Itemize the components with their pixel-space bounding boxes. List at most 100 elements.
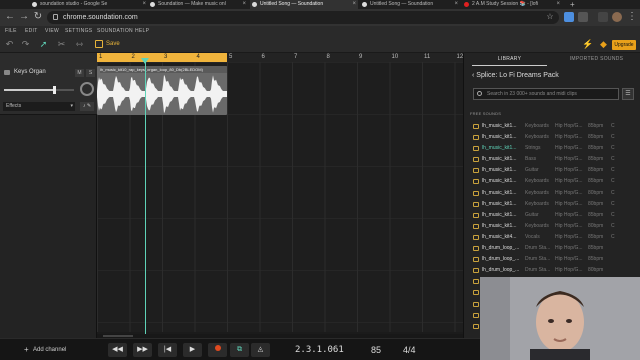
menu-file[interactable]: FILE xyxy=(5,26,17,36)
sound-row[interactable]: lh_music_kit1... Keyboards Hip Hop/G... 85b… xyxy=(464,132,640,143)
sound-bpm: 85bpm xyxy=(588,256,604,263)
bpm-display[interactable]: 85 xyxy=(371,343,381,357)
loop-folder-icon xyxy=(473,268,479,274)
sound-row[interactable]: lh_music_kit1... Keyboards Hip Hop/G... 85b… xyxy=(464,121,640,132)
play-button[interactable]: ▶ xyxy=(183,343,202,357)
sound-row[interactable]: lh_music_kit1... Keyboards Hip Hop/G... 80b… xyxy=(464,188,640,199)
sound-row[interactable]: lh_music_kit1... Keyboards Hip Hop/G... 80b… xyxy=(464,199,640,210)
reload-icon[interactable]: ↻ xyxy=(32,11,44,23)
menu-view[interactable]: VIEW xyxy=(45,26,59,36)
bar-number: 8 xyxy=(326,54,330,60)
instrument-edit-button[interactable]: ♪ ✎ xyxy=(80,102,94,111)
scrollbar-thumb[interactable] xyxy=(103,335,133,337)
extension-icon[interactable] xyxy=(578,12,588,22)
loop-button[interactable]: ⧉ xyxy=(230,343,249,357)
upgrade-button[interactable]: Upgrade xyxy=(612,40,636,50)
filter-button[interactable]: ☰ xyxy=(622,88,634,100)
loop-folder-icon xyxy=(473,168,479,174)
volume-fill xyxy=(4,89,55,91)
webcam-person-image xyxy=(480,277,640,360)
profile-avatar[interactable] xyxy=(612,12,622,22)
effects-dropdown[interactable]: Effects ▾ xyxy=(3,102,75,111)
loop-folder-icon xyxy=(473,279,479,285)
browser-tab-3[interactable]: Untitled Song — Soundation × xyxy=(250,0,358,9)
position-display[interactable]: 2.3.1.061 xyxy=(295,343,344,357)
mute-button[interactable]: M xyxy=(75,69,84,77)
undo-icon[interactable]: ↶ xyxy=(4,39,15,50)
arrangement-area[interactable]: lh_music_kit10_rap_keys_organ_loop_80_Db… xyxy=(97,62,463,332)
browser-tab-4[interactable]: Untitled Song — Soundation × xyxy=(360,0,460,9)
loop-folder-icon xyxy=(473,223,479,229)
menu-settings[interactable]: SETTINGS xyxy=(65,26,92,36)
timeline-ruler[interactable]: 1 2 3 4 5 6 7 8 9 10 11 12 xyxy=(97,53,463,62)
loop-folder-icon xyxy=(473,201,479,207)
sound-row[interactable]: lh_drum_loop_... Drum Sta... Hip Hop/G... 8… xyxy=(464,254,640,265)
fast-forward-button[interactable]: ▶▶ xyxy=(133,343,152,357)
pan-knob[interactable] xyxy=(80,82,94,96)
sound-row[interactable]: lh_music_kit1... Keyboards Hip Hop/G... 80b… xyxy=(464,221,640,232)
audio-clip[interactable]: lh_music_kit10_rap_keys_organ_loop_80_Db… xyxy=(97,66,227,115)
sound-inst: Keyboards xyxy=(525,200,549,207)
rewind-button[interactable]: ◀◀ xyxy=(108,343,127,357)
close-tab-icon[interactable]: × xyxy=(352,0,356,9)
scissors-tool-icon[interactable]: ✂ xyxy=(56,39,67,50)
sound-row[interactable]: lh_music_kit4... Vocals Hip Hop/G... 85bpm C xyxy=(464,232,640,243)
sound-row[interactable]: lh_music_kit1... Bass Hip Hop/G... 85bpm C xyxy=(464,154,640,165)
glue-tool-icon[interactable]: ⇿ xyxy=(74,39,85,50)
pack-title[interactable]: ‹ Splice: Lo Fi Dreams Pack xyxy=(472,72,559,79)
add-channel-button[interactable]: + Add channel xyxy=(24,345,66,355)
menu-help[interactable]: HELP xyxy=(135,26,149,36)
volume-handle[interactable] xyxy=(53,86,57,94)
sound-row[interactable]: lh_drum_loop_... Drum Sta... Hip Hop/G... 8… xyxy=(464,243,640,254)
redo-icon[interactable]: ↷ xyxy=(20,39,31,50)
sound-row[interactable]: lh_music_kit1... Strings Hip Hop/G... 85bpm… xyxy=(464,143,640,154)
metronome-button[interactable]: ◬ xyxy=(251,343,270,357)
tab-imported-sounds[interactable]: IMPORTED SOUNDS xyxy=(558,53,635,66)
solo-button[interactable]: S xyxy=(86,69,95,77)
search-icon xyxy=(477,91,482,96)
browser-tab-2[interactable]: Soundation — Make music onl × xyxy=(148,0,248,9)
loop-folder-icon xyxy=(473,312,479,318)
sound-genre: Hip Hop/G... xyxy=(555,267,583,274)
sound-row[interactable]: lh_drum_loop_... Drum Sta... Hip Hop/G... 8… xyxy=(464,265,640,276)
close-tab-icon[interactable]: × xyxy=(142,0,146,9)
sound-inst: Keyboards xyxy=(525,189,549,196)
sound-genre: Hip Hop/G... xyxy=(555,256,583,263)
url-input[interactable]: chrome.soundation.com xyxy=(47,11,559,24)
save-button[interactable]: Save xyxy=(95,40,120,49)
channel-name[interactable]: Keys Organ xyxy=(14,69,46,75)
star-icon[interactable]: ☆ xyxy=(544,11,556,23)
forward-arrow-icon[interactable]: → xyxy=(18,11,30,23)
extension-icon[interactable] xyxy=(598,12,608,22)
more-menu-icon[interactable]: ⋮ xyxy=(626,11,638,23)
close-tab-icon[interactable]: × xyxy=(556,0,560,9)
channels-panel: Keys Organ M S Effects ▾ ♪ ✎ xyxy=(0,53,97,338)
back-arrow-icon[interactable]: ← xyxy=(4,11,16,23)
go-to-start-button[interactable]: |◀ xyxy=(158,343,177,357)
record-button[interactable] xyxy=(208,343,227,357)
close-tab-icon[interactable]: × xyxy=(242,0,246,9)
library-search-input[interactable]: Search in 23 000+ sounds and midi clips xyxy=(473,88,619,100)
playhead-marker[interactable] xyxy=(141,58,149,64)
volume-slider[interactable] xyxy=(4,86,74,94)
extension-icon[interactable] xyxy=(564,12,574,22)
tab-library[interactable]: LIBRARY xyxy=(472,53,547,66)
sound-bpm: 85bpm xyxy=(588,245,604,252)
sound-row[interactable]: lh_music_kit1... Keyboards Hip Hop/G... 85b… xyxy=(464,176,640,187)
close-tab-icon[interactable]: × xyxy=(454,0,458,9)
sound-row[interactable]: lh_music_kit1... Guitar Hip Hop/G... 85bpm C xyxy=(464,165,640,176)
browser-tab-5[interactable]: 2 A.M Study Session 📚 - [lofi × xyxy=(462,0,562,9)
sound-inst: Bass xyxy=(525,156,537,163)
pointer-tool-icon[interactable]: ➚ xyxy=(38,39,49,50)
menu-edit[interactable]: EDIT xyxy=(25,26,38,36)
playhead[interactable] xyxy=(145,58,146,334)
sound-name: lh_music_kit1... xyxy=(482,200,517,207)
browser-tab-1[interactable]: soundation studio - Google Se × xyxy=(30,0,148,9)
menu-soundation[interactable]: SOUNDATION xyxy=(97,26,133,36)
loop-region[interactable] xyxy=(97,53,227,62)
new-tab-button[interactable]: + xyxy=(568,0,580,9)
lightning-icon[interactable]: ⚡ xyxy=(582,39,593,50)
sound-row[interactable]: lh_music_kit1... Guitar Hip Hop/G... 85bpm C xyxy=(464,210,640,221)
channel-keys-organ[interactable]: Keys Organ M S Effects ▾ ♪ ✎ xyxy=(0,53,97,115)
time-signature-display[interactable]: 4/4 xyxy=(403,343,416,357)
